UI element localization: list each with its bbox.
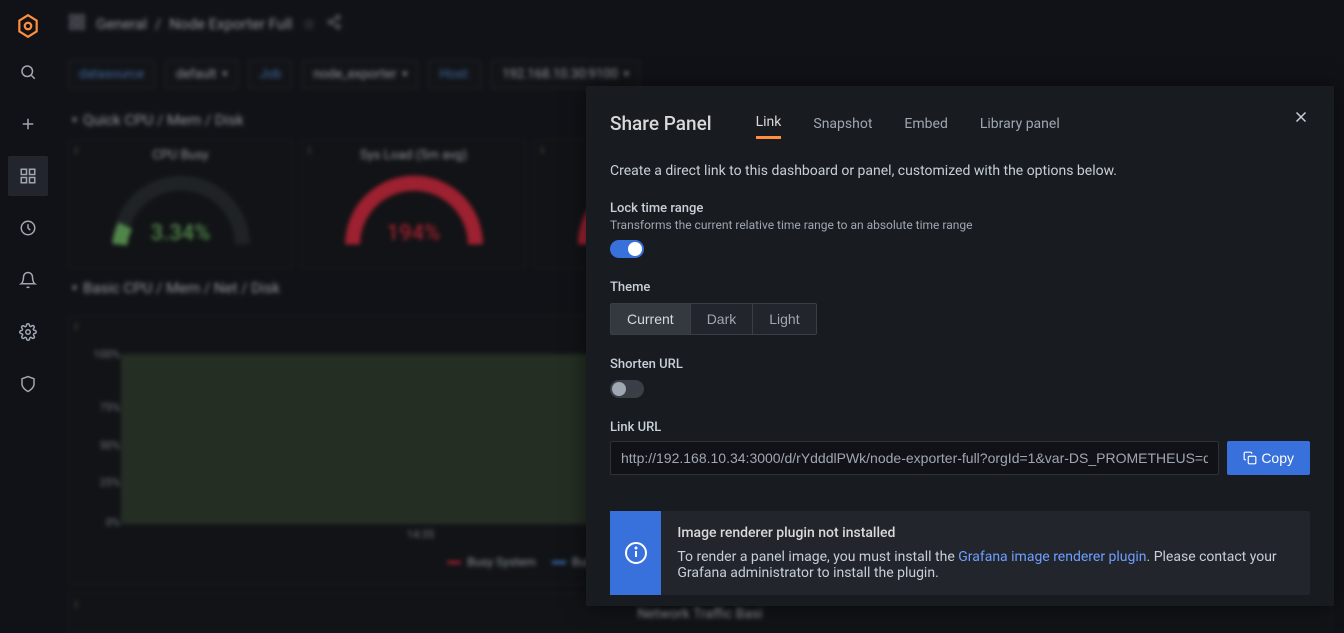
var-host-select[interactable]: 192.168.10.30:9100▾ xyxy=(491,60,640,89)
theme-current-button[interactable]: Current xyxy=(611,304,691,334)
tab-snapshot[interactable]: Snapshot xyxy=(813,110,872,138)
grafana-logo-icon[interactable] xyxy=(14,12,42,40)
var-datasource-label: datasource xyxy=(68,60,155,89)
alert-text: To render a panel image, you must instal… xyxy=(677,549,1294,581)
share-panel-modal: Share Panel Link Snapshot Embed Library … xyxy=(586,86,1334,606)
info-icon: i xyxy=(541,144,544,157)
share-icon[interactable] xyxy=(326,14,342,34)
breadcrumb-folder[interactable]: General xyxy=(96,15,147,33)
lock-time-range-help: Transforms the current relative time ran… xyxy=(610,218,1310,232)
lock-time-range-label: Lock time range xyxy=(610,201,1310,216)
info-icon: i xyxy=(75,320,78,333)
shorten-url-toggle[interactable] xyxy=(610,380,644,398)
explore-icon[interactable] xyxy=(8,208,48,248)
renderer-plugin-link[interactable]: Grafana image renderer plugin xyxy=(958,549,1146,565)
theme-light-button[interactable]: Light xyxy=(753,304,815,334)
dashboard-grid-icon xyxy=(68,13,86,35)
tab-embed[interactable]: Embed xyxy=(904,110,947,138)
panel-cpu-busy[interactable]: i CPU Busy 3.34% xyxy=(68,139,293,269)
search-icon[interactable] xyxy=(8,52,48,92)
alert-title: Image renderer plugin not installed xyxy=(677,525,1294,541)
plus-icon[interactable] xyxy=(8,104,48,144)
link-url-label: Link URL xyxy=(610,420,1310,435)
tab-library[interactable]: Library panel xyxy=(980,110,1060,138)
info-icon xyxy=(610,511,661,595)
info-icon: i xyxy=(75,598,78,611)
var-host-label: Host: xyxy=(428,60,481,89)
var-datasource-select[interactable]: default▾ xyxy=(165,60,238,89)
theme-dark-button[interactable]: Dark xyxy=(691,304,754,334)
modal-description: Create a direct link to this dashboard o… xyxy=(610,163,1310,179)
alerting-icon[interactable] xyxy=(8,260,48,300)
theme-label: Theme xyxy=(610,280,1310,295)
dashboards-icon[interactable] xyxy=(8,156,48,196)
side-navigation xyxy=(0,0,56,614)
shorten-url-label: Shorten URL xyxy=(610,357,1310,372)
theme-radio-group: Current Dark Light xyxy=(610,303,817,335)
close-icon[interactable] xyxy=(1292,108,1310,131)
var-job-label: Job xyxy=(248,60,292,89)
copy-button[interactable]: Copy xyxy=(1227,441,1310,475)
tab-link[interactable]: Link xyxy=(756,108,782,139)
var-job-select[interactable]: node_exporter▾ xyxy=(302,60,418,89)
renderer-alert: Image renderer plugin not installed To r… xyxy=(610,511,1310,595)
info-icon: i xyxy=(75,144,78,157)
link-url-input[interactable] xyxy=(610,441,1219,475)
panel-sys-load[interactable]: i Sys Load (5m avg) 194% xyxy=(301,139,526,269)
legend-item[interactable]: Busy System xyxy=(447,555,536,569)
breadcrumb-dashboard[interactable]: Node Exporter Full xyxy=(169,15,292,33)
info-icon: i xyxy=(308,144,311,157)
star-icon[interactable]: ☆ xyxy=(302,15,315,33)
admin-icon[interactable] xyxy=(8,364,48,404)
lock-time-range-toggle[interactable] xyxy=(610,240,644,258)
modal-title: Share Panel xyxy=(610,112,712,135)
config-icon[interactable] xyxy=(8,312,48,352)
